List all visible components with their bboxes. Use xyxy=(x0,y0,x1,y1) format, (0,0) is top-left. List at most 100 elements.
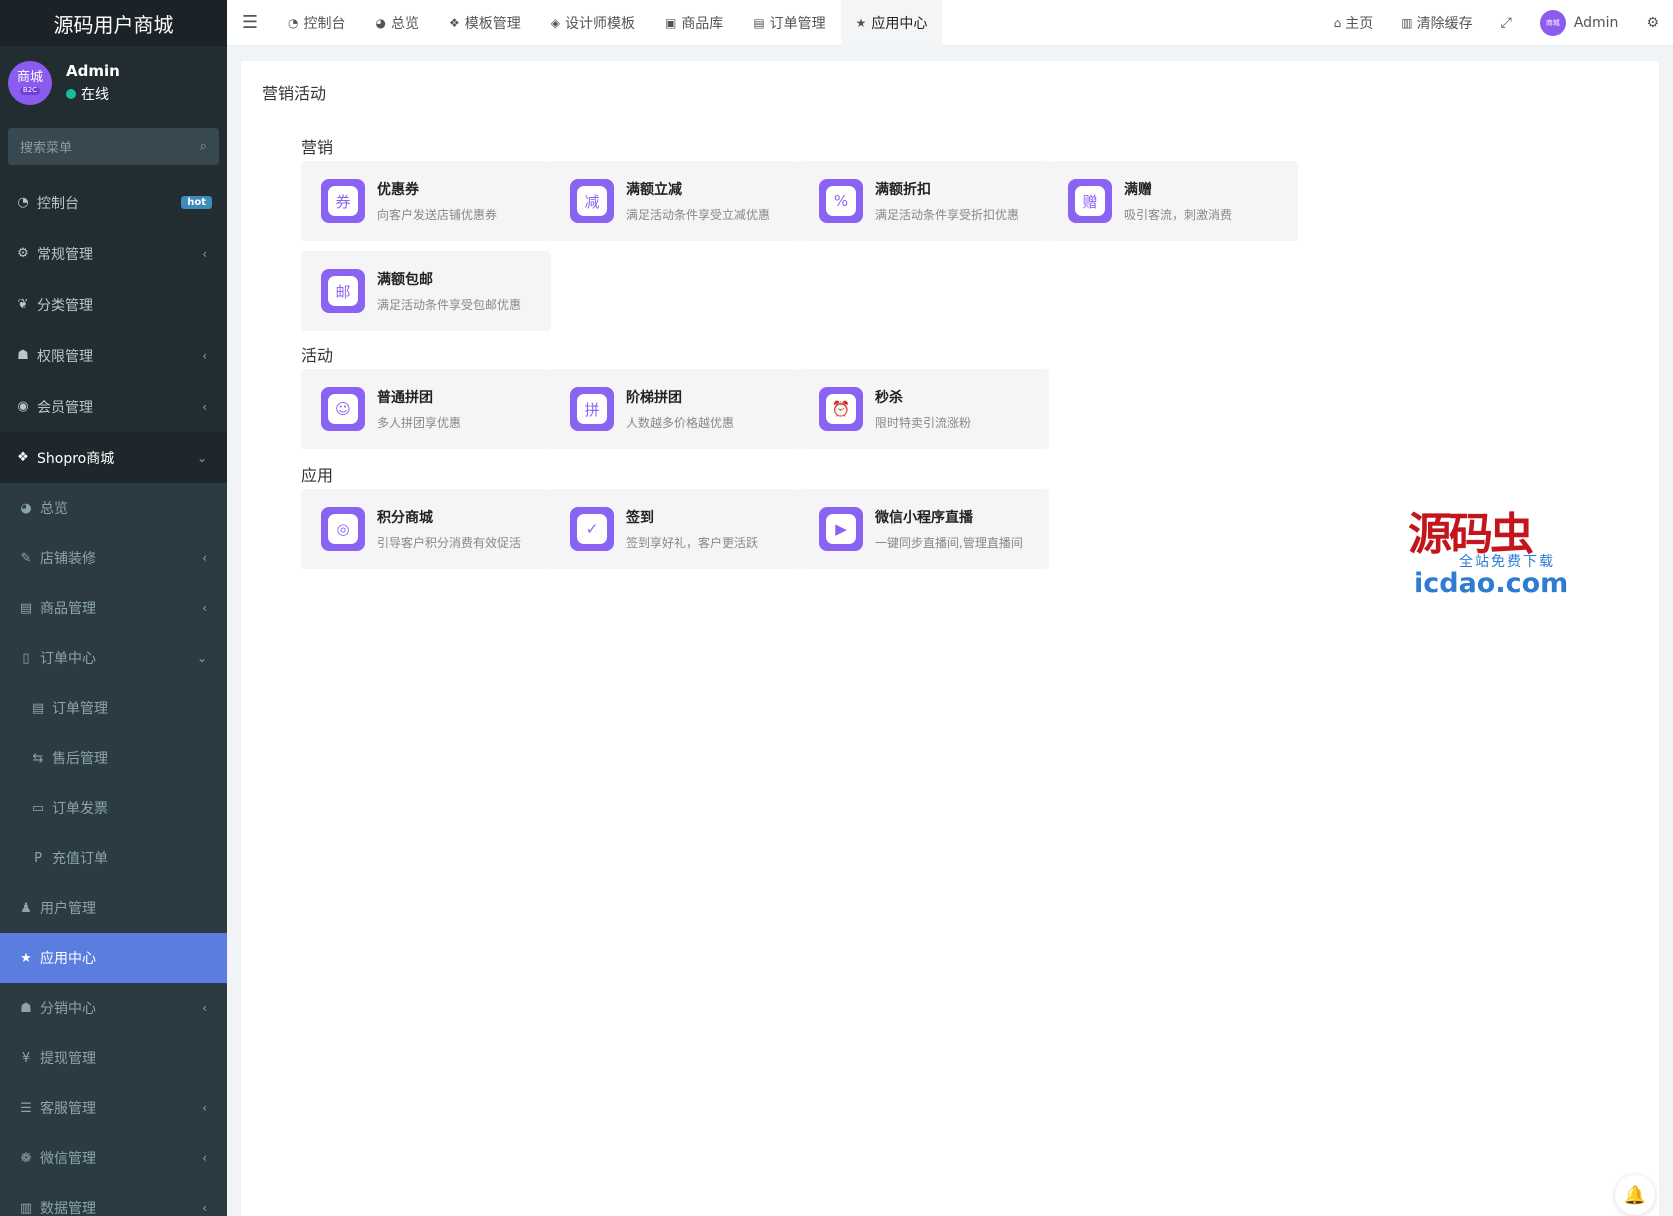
dropbox-icon: ❖ xyxy=(17,450,29,465)
app-card-title: 签到 xyxy=(626,510,654,526)
tab-0[interactable]: ◔ 控制台 xyxy=(273,0,360,46)
sidebar-toggle-icon[interactable]: ☰ xyxy=(227,12,273,33)
sidebar-subitem-7[interactable]: P 充值订单 xyxy=(0,833,227,883)
sidebar-subitem-11[interactable]: ¥ 提现管理 xyxy=(0,1033,227,1083)
app-card-glyph: ☺ xyxy=(328,394,358,424)
tab-4[interactable]: ▣ 商品库 xyxy=(650,0,738,46)
app-card[interactable]: 邮 满额包邮 满足活动条件享受包邮优惠 xyxy=(301,251,551,331)
fullscreen-icon[interactable]: ⤢ xyxy=(1487,15,1526,31)
settings-icon[interactable]: ⚙ xyxy=(1632,15,1673,31)
sidebar-item-label: 控制台 xyxy=(37,195,79,212)
home-label: 主页 xyxy=(1345,16,1374,32)
sidebar-subitem-0[interactable]: ◕ 总览 xyxy=(0,483,227,533)
tab-6[interactable]: ★ 应用中心 xyxy=(840,0,943,46)
notification-bell-icon[interactable]: 🔔 xyxy=(1615,1175,1655,1215)
app-card-desc: 一键同步直播间,管理直播间 xyxy=(875,536,1023,550)
shopping-bag-icon: ▣ xyxy=(664,15,677,30)
app-card[interactable]: 券 优惠券 向客户发送店铺优惠券 xyxy=(301,161,551,241)
tab-3[interactable]: ◈ 设计师模板 xyxy=(536,0,650,46)
clear-cache-button[interactable]: ▥ 清除缓存 xyxy=(1387,13,1486,33)
sidebar-subitem-label: 客服管理 xyxy=(40,1101,96,1117)
app-card-glyph: % xyxy=(826,186,856,216)
chevron-icon: ‹ xyxy=(202,1151,207,1165)
sidebar-subitem-8[interactable]: ♟ 用户管理 xyxy=(0,883,227,933)
sidebar-subitem-label: 商品管理 xyxy=(40,601,96,617)
data-icon: ▥ xyxy=(19,1200,33,1216)
tab-1[interactable]: ◕ 总览 xyxy=(360,0,433,46)
sidebar-subitem-label: 微信管理 xyxy=(40,1151,96,1167)
sidebar-item-2[interactable]: ❦ 分类管理 xyxy=(0,279,227,330)
app-card-title: 满额立减 xyxy=(626,182,682,198)
main-content: 营销活动 营销券 优惠券 向客户发送店铺优惠券减 满额立减 满足活动条件享受立减… xyxy=(241,61,1659,1216)
group-buy-icon: ☺ xyxy=(321,387,365,431)
app-card-glyph: ✓ xyxy=(577,514,607,544)
sidebar-subitem-13[interactable]: ❁ 微信管理 ‹ xyxy=(0,1133,227,1183)
sidebar-subitem-6[interactable]: ▭ 订单发票 xyxy=(0,783,227,833)
free-shipping-icon: 邮 xyxy=(321,269,365,313)
app-card[interactable]: ☺ 普通拼团 多人拼团享优惠 xyxy=(301,369,551,449)
sidebar-item-0[interactable]: ◔ 控制台 hot xyxy=(0,177,227,228)
dashboard-icon: ◔ xyxy=(288,15,299,30)
trash-icon: ▥ xyxy=(1401,16,1413,30)
user-status-text: 在线 xyxy=(81,87,109,103)
app-card[interactable]: 拼 阶梯拼团 人数越多价格越优惠 xyxy=(550,369,800,449)
app-card-title: 阶梯拼团 xyxy=(626,390,682,406)
search-input[interactable]: 搜索菜单 ⌕ xyxy=(8,128,219,165)
sidebar-subitem-3[interactable]: ▯ 订单中心 ⌄ xyxy=(0,633,227,683)
app-card[interactable]: 减 满额立减 满足活动条件享受立减优惠 xyxy=(550,161,800,241)
section-title: 营销 xyxy=(301,138,334,157)
app-card-glyph: ◎ xyxy=(328,514,358,544)
watermark-url: icdao.com xyxy=(1414,568,1569,599)
search-icon[interactable]: ⌕ xyxy=(200,139,207,154)
invoice-icon: ▭ xyxy=(31,800,45,816)
app-card-desc: 向客户发送店铺优惠券 xyxy=(377,208,498,222)
app-card-desc: 人数越多价格越优惠 xyxy=(626,416,735,430)
app-card[interactable]: ⏰ 秒杀 限时特卖引流涨粉 xyxy=(799,369,1049,449)
brush-icon: ✎ xyxy=(20,550,32,566)
pie-chart-icon: ◕ xyxy=(20,500,32,516)
file-text-icon: ▤ xyxy=(753,15,765,30)
app-card-desc: 限时特卖引流涨粉 xyxy=(875,416,972,430)
app-card-glyph: 邮 xyxy=(328,276,358,306)
user-circle-icon: ◉ xyxy=(17,399,29,414)
app-card-glyph: 券 xyxy=(328,186,358,216)
app-card-desc: 吸引客流，刺激消费 xyxy=(1124,208,1233,222)
admin-menu[interactable]: 商城 Admin xyxy=(1526,10,1633,36)
app-card-title: 普通拼团 xyxy=(377,390,433,406)
sidebar-subitem-label: 店铺装修 xyxy=(40,551,96,567)
home-link[interactable]: ⌂ 主页 xyxy=(1320,13,1388,33)
sidebar-item-1[interactable]: ⚙ 常规管理 ‹ xyxy=(0,228,227,279)
sidebar-subitem-12[interactable]: ☰ 客服管理 ‹ xyxy=(0,1083,227,1133)
star-icon: ★ xyxy=(855,15,867,30)
hot-badge: hot xyxy=(181,196,212,209)
app-card-title: 微信小程序直播 xyxy=(875,510,973,526)
chevron-icon: ‹ xyxy=(202,601,207,615)
app-card[interactable]: 赠 满赠 吸引客流，刺激消费 xyxy=(1048,161,1298,241)
watermark-logo: 源码虫 全站免费下载 icdao.com xyxy=(1404,498,1574,603)
sidebar-subitem-5[interactable]: ⇆ 售后管理 xyxy=(0,733,227,783)
app-card[interactable]: % 满额折扣 满足活动条件享受折扣优惠 xyxy=(799,161,1049,241)
app-card-title: 积分商城 xyxy=(377,510,433,526)
sidebar-subitem-1[interactable]: ✎ 店铺装修 ‹ xyxy=(0,533,227,583)
app-card[interactable]: ✓ 签到 签到享好礼，客户更活跃 xyxy=(550,489,800,569)
checkin-icon: ✓ xyxy=(570,507,614,551)
brand-title[interactable]: 源码用户商城 xyxy=(0,0,227,46)
app-card[interactable]: ▶ 微信小程序直播 一键同步直播间,管理直播间 xyxy=(799,489,1049,569)
sidebar-subitem-9[interactable]: ★ 应用中心 xyxy=(0,933,227,983)
sidebar-subitem-10[interactable]: ☗ 分销中心 ‹ xyxy=(0,983,227,1033)
sidebar-item-5[interactable]: ❖ Shopro商城 ⌄ xyxy=(0,432,227,483)
sidebar-item-3[interactable]: ☗ 权限管理 ‹ xyxy=(0,330,227,381)
tab-5[interactable]: ▤ 订单管理 xyxy=(738,0,840,46)
tab-2[interactable]: ❖ 模板管理 xyxy=(434,0,536,46)
sidebar-subitem-4[interactable]: ▤ 订单管理 xyxy=(0,683,227,733)
archive-icon: ▤ xyxy=(19,600,33,616)
app-card-desc: 满足活动条件享受包邮优惠 xyxy=(377,298,522,312)
sidebar-subitem-14[interactable]: ▥ 数据管理 ‹ xyxy=(0,1183,227,1216)
dashboard-icon: ◔ xyxy=(17,195,29,210)
app-card-desc: 签到享好礼，客户更活跃 xyxy=(626,536,759,550)
search-placeholder: 搜索菜单 xyxy=(20,141,73,156)
sidebar-item-4[interactable]: ◉ 会员管理 ‹ xyxy=(0,381,227,432)
app-card[interactable]: ◎ 积分商城 引导客户积分消费有效促活 xyxy=(301,489,551,569)
sidebar-subitem-2[interactable]: ▤ 商品管理 ‹ xyxy=(0,583,227,633)
star-icon: ★ xyxy=(20,950,32,966)
